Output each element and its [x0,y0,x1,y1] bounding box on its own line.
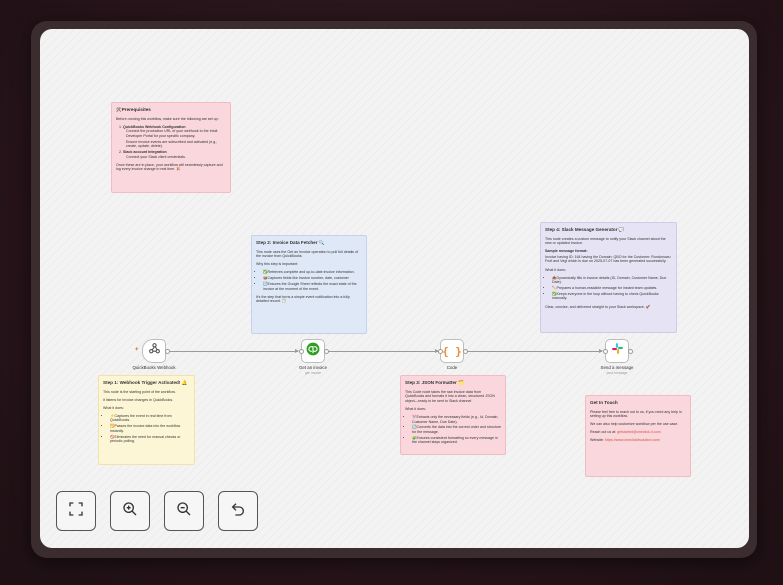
note-text: It's the step that turns a simple event … [256,294,350,304]
note-bullet: 📥Dynamically fills in invoice details (I… [552,276,672,285]
note-text: Why this step is important: [256,262,299,267]
connection-code-slack[interactable] [465,349,603,353]
note-bullet: 🔁Passes the invoice data into the workfl… [110,424,190,433]
add-trigger-icon[interactable]: + [135,347,139,353]
node-sublabel: post: message [606,371,628,375]
note-subtitle: QuickBooks Webhook Configuration [123,124,186,129]
fit-view-icon [68,501,84,522]
input-handle[interactable] [602,349,608,354]
output-handle[interactable] [323,349,329,354]
step3-note[interactable]: Step 3: JSON Formatter 🗂️ This Code node… [400,375,506,455]
connection-webhook-invoice[interactable] [168,349,299,353]
note-bullet: 🚫Eliminates the need for manual checks o… [110,435,190,444]
note-text: What it does: [103,405,124,410]
website-link[interactable]: https://www.oneclickitsolution.com/ [605,438,660,442]
step1-note[interactable]: Step 1: Webhook Trigger Activated! 🔔 Thi… [98,375,195,465]
note-bullet: ⚡Captures the event in real time from Qu… [110,414,190,423]
output-handle[interactable] [164,349,170,354]
connection-invoice-code[interactable] [325,349,439,353]
note-text: This Code node takes the raw invoice dat… [405,389,495,403]
quickbooks-icon [306,342,320,361]
slack-icon [611,342,624,360]
webhook-node[interactable] [142,339,166,363]
zoom-in-button[interactable] [110,491,150,531]
step2-note[interactable]: Step 2: Invoice Data Fetcher 🔍 This node… [251,235,367,334]
fit-view-button[interactable] [56,491,96,531]
undo-button[interactable] [218,491,258,531]
note-text: Website: [590,438,604,443]
prerequisites-note[interactable]: ⚒️Prerequisites Before running this work… [111,102,231,193]
note-subtitle: Slack account Integration [123,150,167,155]
note-text: We can also help customize workflow per … [590,422,679,427]
node-label: Get an invoice [298,365,328,370]
note-text: Clear, concise, and delivered straight t… [545,304,651,309]
node-label: Code [446,365,458,370]
note-bullet: ✅Retrieves complete and up-to-date invoi… [263,270,362,275]
slack-node[interactable] [605,339,629,363]
note-bullet: 🔄Ensures the Google Sheet reflects the e… [263,282,362,291]
node-label: QuickBooks Webhook [132,365,176,370]
node-label: Send a message [600,365,634,370]
note-bullet: ✅Keeps everyone in the loop without havi… [552,292,672,301]
note-title: ⚒️Prerequisites [116,107,151,112]
note-text: Once these are in place, your workflow w… [116,162,223,172]
note-text: Ensure invoice events are subscribed and… [126,139,218,149]
note-title: Step 4: Slack Message Generator 💬 [545,227,625,232]
note-bullet: 🔄Converts the data into the correct orde… [412,425,501,434]
get-invoice-node[interactable] [301,339,325,363]
workflow-canvas[interactable]: ⚒️Prerequisites Before running this work… [40,29,749,548]
zoom-in-icon [122,501,138,522]
webhook-icon [148,342,161,360]
note-text: This node uses the Get an Invoice operat… [256,249,359,259]
note-text: What it does: [545,267,566,272]
note-bullet: 📦Captures fields like invoice number, da… [263,276,362,281]
note-bullet: 🧩Ensures consistent formatting so every … [412,436,501,445]
note-text: Connect your Slack client credentials. [126,154,186,159]
input-handle[interactable] [298,349,304,354]
note-text: What it does: [405,406,426,411]
note-title: Step 2: Invoice Data Fetcher 🔍 [256,240,325,245]
step4-note[interactable]: Step 4: Slack Message Generator 💬 This n… [540,222,677,333]
contact-note[interactable]: Get In Touch Please feel free to reach o… [585,395,691,477]
note-text: Connect the production URL of your webho… [126,129,218,138]
code-braces-icon: { } [442,344,462,358]
note-text: Invoice having ID: 164 having the Domain… [545,254,671,264]
input-handle[interactable] [437,349,443,354]
undo-icon [230,501,246,522]
note-text: This node creates a custom message to no… [545,236,666,246]
note-title: Step 3: JSON Formatter 🗂️ [405,380,464,385]
note-text: Please feel free to reach out to us, if … [590,409,682,419]
node-sublabel: get: invoice [304,371,322,375]
output-handle[interactable] [627,349,633,354]
zoom-out-button[interactable] [164,491,204,531]
code-node[interactable]: { } [440,339,464,363]
note-bullet: ✏️Prepares a human-readable message for … [552,286,672,291]
zoom-out-icon [176,501,192,522]
output-handle[interactable] [462,349,468,354]
note-text: Before running this workflow, make sure … [116,116,219,121]
note-subtitle: Sample message format: [545,249,588,254]
note-bullet: ✂️Extracts only the necessary fields (e.… [412,415,501,424]
note-title: Step 1: Webhook Trigger Activated! 🔔 [103,380,188,385]
note-text: Reach out us at: [590,430,617,435]
note-title: Get In Touch [590,400,618,405]
note-text: It listens for invoice changes in QuickB… [103,397,174,402]
note-text: This node is the starting point of the w… [103,389,176,394]
email-link[interactable]: getstarted@oneclick-it.com [617,430,660,434]
